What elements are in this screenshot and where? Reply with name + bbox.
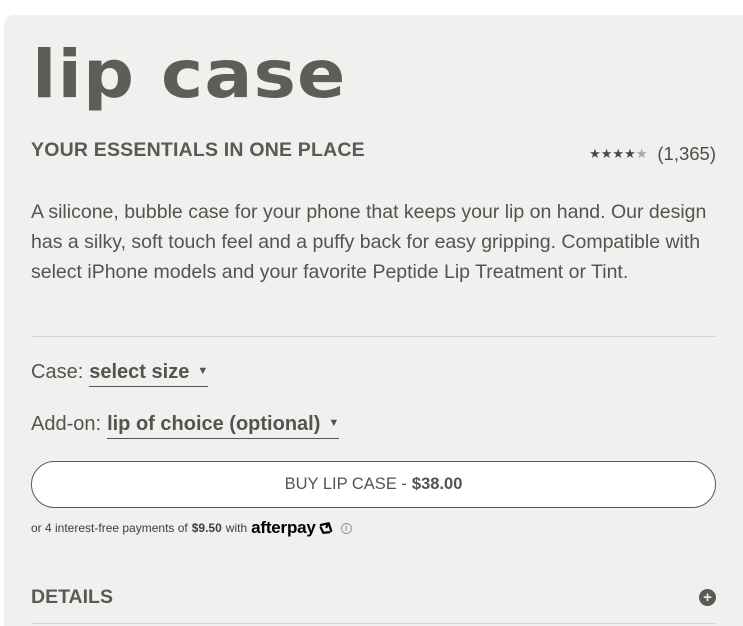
star-icon: ★ xyxy=(589,146,601,161)
addon-label: Add-on: xyxy=(31,413,102,435)
half-star-icon: ★ xyxy=(635,146,648,161)
afterpay-with: with xyxy=(225,521,248,535)
info-icon[interactable]: i xyxy=(340,522,352,534)
case-size-value: select size xyxy=(89,361,190,383)
star-rating-icon: ★ ★ ★ ★ ★ xyxy=(589,146,647,162)
afterpay-message: or 4 interest-free payments of $9.50 wit… xyxy=(31,518,352,538)
details-label: DETAILS xyxy=(31,586,113,608)
case-option-row: Case: select size ▼ xyxy=(31,361,209,387)
rating[interactable]: ★ ★ ★ ★ ★ (1,365) xyxy=(589,143,716,165)
star-icon: ★ xyxy=(600,146,613,161)
star-icon: ★ xyxy=(612,146,625,161)
details-accordion[interactable]: DETAILS + xyxy=(31,586,716,609)
addon-select[interactable]: lip of choice (optional) ▼ xyxy=(107,413,340,439)
divider xyxy=(31,336,716,337)
product-panel: lip case YOUR ESSENTIALS IN ONE PLACE ★ … xyxy=(4,15,743,626)
product-title: lip case xyxy=(32,36,347,113)
buy-button-label: BUY LIP CASE - xyxy=(284,475,407,493)
addon-option-row: Add-on: lip of choice (optional) ▼ xyxy=(31,413,340,439)
review-count[interactable]: (1,365) xyxy=(657,143,716,165)
product-tagline: YOUR ESSENTIALS IN ONE PLACE xyxy=(31,139,365,161)
plus-icon[interactable]: + xyxy=(699,589,716,606)
buy-button[interactable]: BUY LIP CASE - $38.00 xyxy=(31,461,716,508)
afterpay-arrows-icon xyxy=(319,522,332,534)
case-label: Case: xyxy=(31,361,84,383)
caret-down-icon: ▼ xyxy=(197,364,209,377)
product-description: A silicone, bubble case for your phone t… xyxy=(31,201,707,283)
buy-button-price: $38.00 xyxy=(411,475,463,493)
caret-down-icon: ▼ xyxy=(328,416,340,429)
afterpay-prefix: or 4 interest-free payments of xyxy=(31,521,188,535)
star-icon: ★ xyxy=(624,146,636,161)
afterpay-brand: afterpay xyxy=(251,518,316,537)
divider xyxy=(31,623,716,624)
case-size-select[interactable]: select size ▼ xyxy=(89,361,209,387)
addon-value: lip of choice (optional) xyxy=(107,413,321,435)
afterpay-logo[interactable]: afterpay xyxy=(251,518,335,538)
afterpay-amount: $9.50 xyxy=(191,521,222,535)
